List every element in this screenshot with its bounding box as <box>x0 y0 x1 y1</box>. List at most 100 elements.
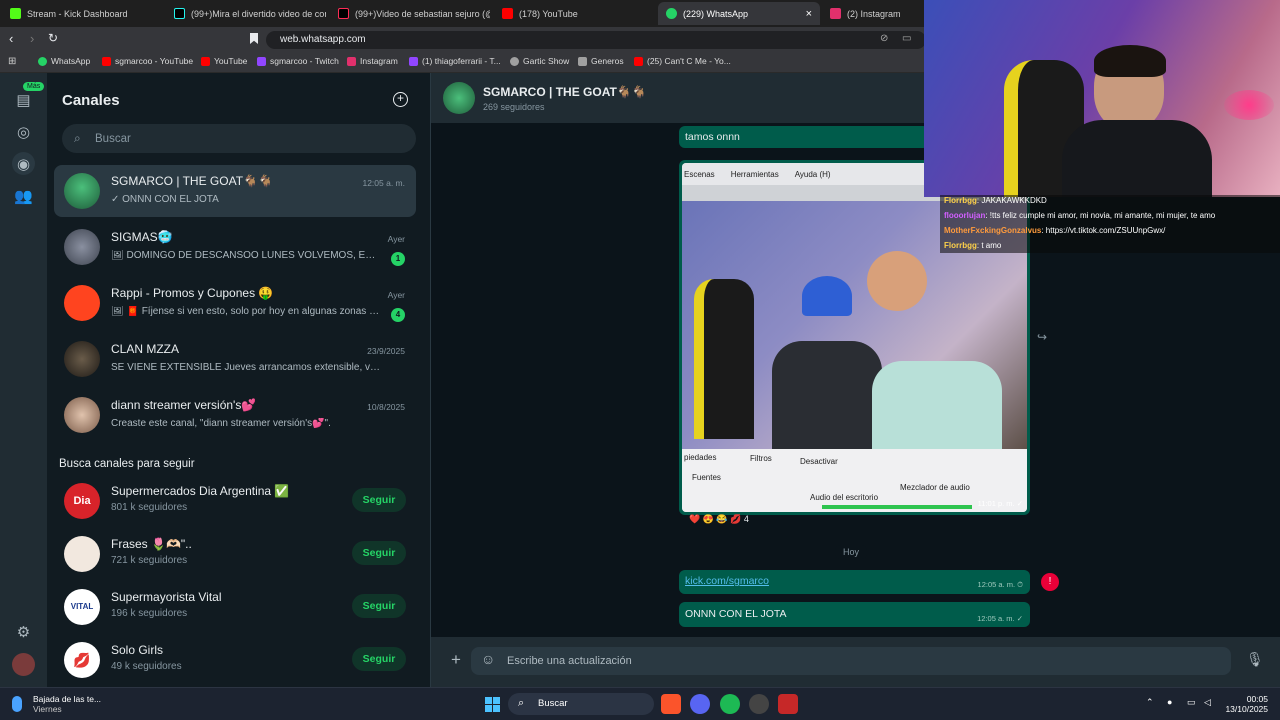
tab-instagram[interactable]: (2) Instagram <box>822 2 922 25</box>
youtube-icon <box>502 8 513 19</box>
message-time: 12:05 a. m. ✓ <box>977 614 1023 623</box>
stream-chat-line: Florrbgg: t amo <box>944 241 1001 250</box>
search-input[interactable] <box>95 129 395 148</box>
bookmark-youtube-sgmarcoo[interactable]: sgmarcoo - YouTube <box>102 56 193 66</box>
message-bubble[interactable]: ONNN CON EL JOTA 12:05 a. m. ✓ <box>679 602 1030 627</box>
close-tab-icon[interactable]: × <box>806 8 812 20</box>
communities-icon[interactable]: 👥 <box>12 184 35 207</box>
discord-icon[interactable] <box>690 694 710 714</box>
channels-icon[interactable]: ◉ <box>12 152 35 175</box>
bookmark-gartic[interactable]: Gartic Show <box>510 56 569 66</box>
tray-chevron-icon[interactable]: ⌃ <box>1146 697 1154 708</box>
discover-heading: Busca canales para seguir <box>59 458 195 470</box>
microphone-icon[interactable]: 🎙 <box>1246 651 1264 668</box>
new-channel-icon[interactable]: + <box>393 92 408 107</box>
channel-avatar <box>443 82 475 114</box>
bookmark-label: Generos <box>591 56 624 66</box>
bookmark-generos[interactable]: Generos <box>578 56 624 66</box>
channel-item[interactable]: SIGMAS🥶 🖼 DOMINGO DE DESCANSOO LUNES VOL… <box>54 221 416 273</box>
settings-icon[interactable]: ⚙ <box>12 620 35 643</box>
unread-badge: 1 <box>391 252 405 266</box>
obs-icon[interactable] <box>749 694 769 714</box>
message-reactions[interactable]: ❤️ 😍 😂 💋 4 <box>689 514 749 525</box>
nav-rail: ▤ ◎ ◉ 👥 ⚙ <box>0 73 47 687</box>
message-input[interactable] <box>507 652 1157 670</box>
back-icon[interactable]: ‹ <box>9 31 13 46</box>
emoji-sticker-icon[interactable]: ☺ <box>481 651 495 667</box>
unread-badge: 4 <box>391 308 405 322</box>
bookmark-icon[interactable] <box>250 33 258 44</box>
app-icon[interactable] <box>778 694 798 714</box>
bookmark-label: Instagram <box>360 56 398 66</box>
channel-preview: SE VIENE EXTENSIBLE Jueves arrancamos ex… <box>111 362 383 373</box>
folder-icon <box>578 56 587 66</box>
channel-item[interactable]: diann streamer versión's💕 Creaste este c… <box>54 389 416 441</box>
apps-grid-icon[interactable]: ⊞ <box>8 56 16 67</box>
suggested-channel[interactable]: Frases 🌷🫶🏻".. 721 k seguidores Seguir <box>54 529 416 579</box>
follow-button[interactable]: Seguir <box>352 541 406 565</box>
message-link[interactable]: kick.com/sgmarco <box>685 575 769 587</box>
volume-icon[interactable]: ◁ <box>1204 697 1211 708</box>
day-separator: Hoy <box>835 545 868 559</box>
dia-logo-icon: Dia <box>64 483 100 519</box>
forward-message-icon[interactable]: ↪ <box>1037 330 1047 344</box>
channel-name: CLAN MZZA <box>111 342 180 356</box>
error-icon[interactable]: ! <box>1041 573 1059 591</box>
suggestion-name: Frases 🌷🫶🏻".. <box>111 537 192 551</box>
suggestion-name: Supermercados Dia Argentina ✅ <box>111 484 290 498</box>
tab-youtube[interactable]: (178) YouTube <box>494 2 654 25</box>
brave-icon[interactable] <box>661 694 681 714</box>
mic-tray-icon[interactable]: ● <box>1167 697 1172 707</box>
thermometer-icon <box>12 696 22 712</box>
follow-button[interactable]: Seguir <box>352 647 406 671</box>
url-field[interactable]: web.whatsapp.com <box>266 31 926 49</box>
network-icon[interactable]: ▭ <box>1187 697 1196 708</box>
clock[interactable]: 00:05 13/10/2025 <box>1222 694 1268 714</box>
clock-time: 00:05 <box>1246 694 1268 704</box>
chats-icon[interactable]: ▤ <box>12 88 35 111</box>
instagram-icon <box>830 8 841 19</box>
forward-icon[interactable]: › <box>30 31 34 46</box>
message-time: 11:01 p. m. ✓ <box>977 499 1023 508</box>
camera-off-icon[interactable]: ⊘ <box>880 33 888 44</box>
bookmark-twitch-thiago[interactable]: (1) thiagoferrarii - T... <box>409 56 501 66</box>
bookmark-twitch[interactable]: sgmarcoo - Twitch <box>257 56 339 66</box>
attach-plus-icon[interactable]: + <box>451 650 461 670</box>
follow-button[interactable]: Seguir <box>352 488 406 512</box>
message-bubble[interactable]: tamos onnn <box>679 126 929 148</box>
bookmark-whatsapp[interactable]: WhatsApp <box>38 56 90 66</box>
channel-avatar <box>64 285 100 321</box>
message-bubble[interactable]: kick.com/sgmarco 12:05 a. m. ⏱ <box>679 570 1030 594</box>
spotify-icon[interactable] <box>720 694 740 714</box>
channel-name: SGMARCO | THE GOAT🐐🐐 <box>111 174 273 188</box>
suggestion-followers: 49 k seguidores <box>111 661 182 672</box>
windows-start-icon[interactable] <box>482 694 502 714</box>
chat-user: Florrbgg <box>944 241 977 250</box>
channel-avatar <box>64 397 100 433</box>
tab-whatsapp[interactable]: (229) WhatsApp × <box>658 2 820 25</box>
bookmark-youtube[interactable]: YouTube <box>201 56 247 66</box>
tab-kick[interactable]: Stream - Kick Dashboard <box>2 2 162 25</box>
follow-button[interactable]: Seguir <box>352 594 406 618</box>
suggested-channel[interactable]: VITAL Supermayorista Vital 196 k seguido… <box>54 582 416 632</box>
channels-sidebar: Canales + ⌕ SGMARCO | THE GOAT🐐🐐 ✓ ONNN … <box>47 73 431 687</box>
suggested-channel[interactable]: Dia Supermercados Dia Argentina ✅ 801 k … <box>54 476 416 526</box>
tab-tiktok-2[interactable]: (99+)Video de sebastian sejuro (@se <box>330 2 490 25</box>
suggested-channel[interactable]: 💋 Solo Girls 49 k seguidores Seguir <box>54 635 416 685</box>
chat-followers: 269 seguidores <box>483 102 545 112</box>
channel-item[interactable]: SGMARCO | THE GOAT🐐🐐 ✓ ONNN CON EL JOTA … <box>54 165 416 217</box>
taskbar-search[interactable]: ⌕ Buscar <box>508 693 654 715</box>
channel-item[interactable]: CLAN MZZA SE VIENE EXTENSIBLE Jueves arr… <box>54 333 416 385</box>
bookmark-instagram[interactable]: Instagram <box>347 56 398 66</box>
status-icon[interactable]: ◎ <box>12 120 35 143</box>
youtube-icon <box>102 56 111 66</box>
profile-avatar[interactable] <box>12 653 35 676</box>
tab-label: (178) YouTube <box>519 8 578 19</box>
photo-label: Filtros <box>750 454 772 463</box>
cast-icon[interactable]: ▭ <box>902 33 911 44</box>
tab-tiktok-1[interactable]: (99+)Mira el divertido video de com <box>166 2 326 25</box>
weather-widget[interactable]: Bajada de las te... Viernes <box>33 694 101 714</box>
reload-icon[interactable]: ↻ <box>48 31 58 45</box>
channel-item[interactable]: Rappi - Promos y Cupones 🤑 🖼 🧧 Fíjense s… <box>54 277 416 329</box>
bookmark-cant-c-me[interactable]: (25) Can't C Me - Yo... <box>634 56 731 66</box>
